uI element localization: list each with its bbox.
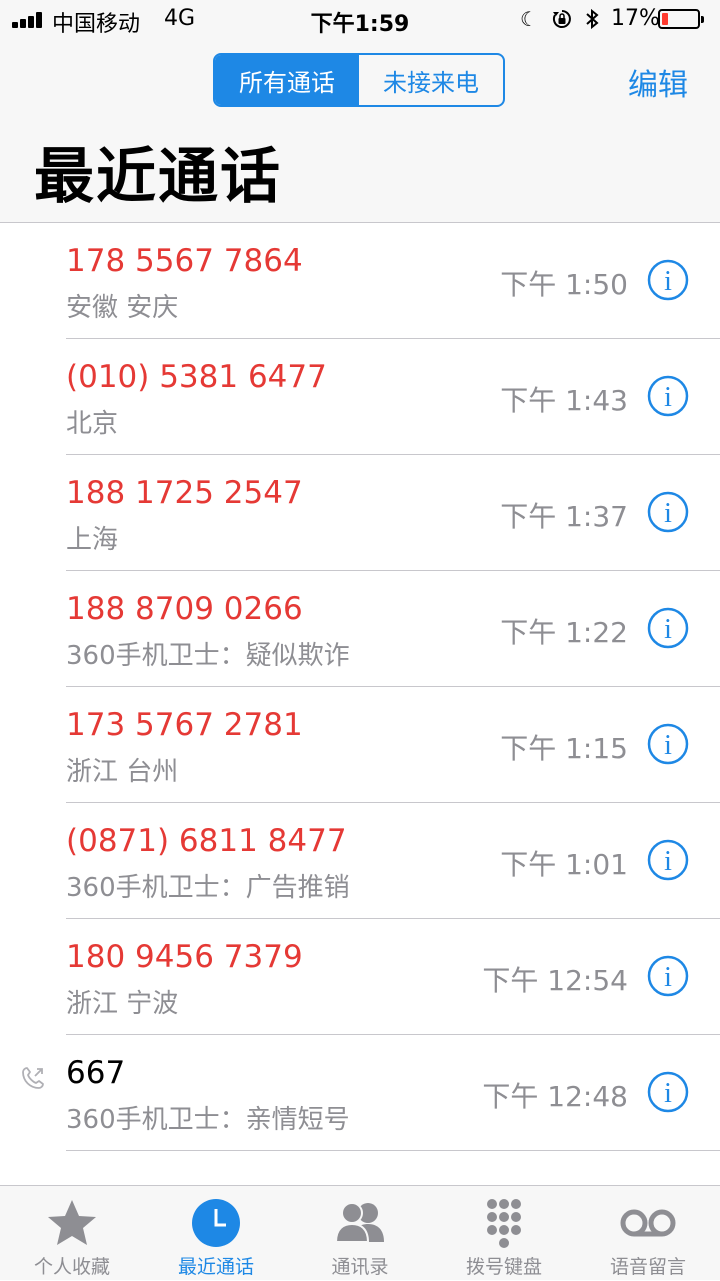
- call-time: 下午 1:01: [500, 848, 628, 881]
- call-label: 浙江 宁波: [66, 989, 179, 1019]
- svg-text:i: i: [664, 266, 672, 297]
- call-row[interactable]: 188 8709 0266 360手机卫士：疑似欺诈 下午 1:22 i: [0, 571, 720, 687]
- battery-icon: [658, 9, 704, 29]
- call-time: 下午 1:37: [500, 500, 628, 533]
- call-number: 188 8709 0266: [66, 591, 303, 627]
- outgoing-call-icon: [22, 1067, 44, 1089]
- call-label: 安徽 安庆: [66, 293, 179, 323]
- call-filter-segmented-control: 所有通话 未接来电: [213, 53, 505, 107]
- recent-calls-list[interactable]: 178 5567 7864 安徽 安庆 下午 1:50 i (010) 5381…: [0, 223, 720, 1185]
- moon-icon: ☾: [520, 7, 538, 31]
- call-label: 360手机卫士：疑似欺诈: [66, 641, 350, 671]
- call-row[interactable]: 173 5767 2781 浙江 台州 下午 1:15 i: [0, 687, 720, 803]
- call-row[interactable]: 180 9456 7379 浙江 宁波 下午 12:54 i: [0, 919, 720, 1035]
- call-label: 360手机卫士：广告推销: [66, 873, 350, 903]
- svg-text:i: i: [664, 730, 672, 761]
- call-number: 178 5567 7864: [66, 243, 303, 279]
- call-row[interactable]: 667 360手机卫士：亲情短号 下午 12:48 i: [0, 1035, 720, 1151]
- tab-label: 通讯录: [331, 1256, 389, 1278]
- call-row[interactable]: 178 5567 7864 安徽 安庆 下午 1:50 i: [0, 223, 720, 339]
- call-row[interactable]: (0871) 6811 8477 360手机卫士：广告推销 下午 1:01 i: [0, 803, 720, 919]
- svg-text:i: i: [664, 498, 672, 529]
- tab-label: 拨号键盘: [465, 1256, 542, 1278]
- call-row[interactable]: 188 1725 2547 上海 下午 1:37 i: [0, 455, 720, 571]
- page-title: 最近通话: [34, 142, 282, 212]
- call-row[interactable]: (010) 5381 6477 北京 下午 1:43 i: [0, 339, 720, 455]
- info-icon[interactable]: i: [647, 491, 689, 533]
- call-label: 上海: [66, 525, 119, 555]
- segment-missed-calls[interactable]: 未接来电: [359, 55, 503, 105]
- info-icon[interactable]: i: [647, 955, 689, 997]
- call-number: 180 9456 7379: [66, 939, 303, 975]
- info-icon[interactable]: i: [647, 607, 689, 649]
- tab-voicemail[interactable]: 语音留言: [576, 1186, 720, 1281]
- call-label: 360手机卫士：亲情短号: [66, 1105, 350, 1135]
- info-icon[interactable]: i: [647, 839, 689, 881]
- tab-contacts[interactable]: 通讯录: [288, 1186, 432, 1281]
- tab-bar: 个人收藏 最近通话 通讯录 拨号键盘 语音留言: [0, 1185, 720, 1280]
- tab-recents[interactable]: 最近通话: [144, 1186, 288, 1281]
- call-number: 173 5767 2781: [66, 707, 303, 743]
- call-number: 188 1725 2547: [66, 475, 303, 511]
- call-time: 下午 1:15: [500, 732, 628, 765]
- svg-text:i: i: [664, 614, 672, 645]
- call-number: 667: [66, 1055, 126, 1091]
- bluetooth-icon: [586, 8, 599, 30]
- battery-percent: 17%: [611, 6, 660, 31]
- call-label: 浙江 台州: [66, 757, 179, 787]
- tab-label: 语音留言: [609, 1256, 686, 1278]
- star-icon: [48, 1200, 96, 1245]
- segment-all-calls[interactable]: 所有通话: [215, 55, 359, 105]
- call-number: (010) 5381 6477: [66, 359, 327, 395]
- call-number: (0871) 6811 8477: [66, 823, 347, 859]
- call-time: 下午 12:54: [482, 964, 628, 997]
- info-icon[interactable]: i: [647, 1071, 689, 1113]
- info-icon[interactable]: i: [647, 259, 689, 301]
- call-time: 下午 1:43: [500, 384, 628, 417]
- battery-fill: [662, 13, 668, 25]
- svg-text:i: i: [664, 382, 672, 413]
- svg-text:i: i: [664, 962, 672, 993]
- info-icon[interactable]: i: [647, 723, 689, 765]
- rotation-lock-icon: [552, 10, 571, 28]
- call-label: 北京: [66, 409, 119, 439]
- tab-label: 个人收藏: [33, 1256, 110, 1278]
- status-bar: 中国移动 4G 下午1:59 ☾ 17%: [0, 0, 720, 40]
- contacts-icon: [334, 1202, 384, 1243]
- info-icon[interactable]: i: [647, 375, 689, 417]
- tab-keypad[interactable]: 拨号键盘: [432, 1186, 576, 1281]
- edit-button[interactable]: 编辑: [628, 60, 688, 104]
- tab-favorites[interactable]: 个人收藏: [0, 1186, 144, 1281]
- call-time: 下午 1:50: [500, 268, 628, 301]
- call-time: 下午 12:48: [482, 1080, 628, 1113]
- svg-text:i: i: [664, 1078, 672, 1109]
- svg-text:i: i: [664, 846, 672, 877]
- header: 所有通话 未接来电 编辑 最近通话: [0, 40, 720, 223]
- clock-icon: [192, 1199, 240, 1247]
- tab-label: 最近通话: [177, 1256, 254, 1278]
- call-time: 下午 1:22: [500, 616, 628, 649]
- keypad-icon: [487, 1199, 521, 1248]
- voicemail-icon: [620, 1209, 676, 1237]
